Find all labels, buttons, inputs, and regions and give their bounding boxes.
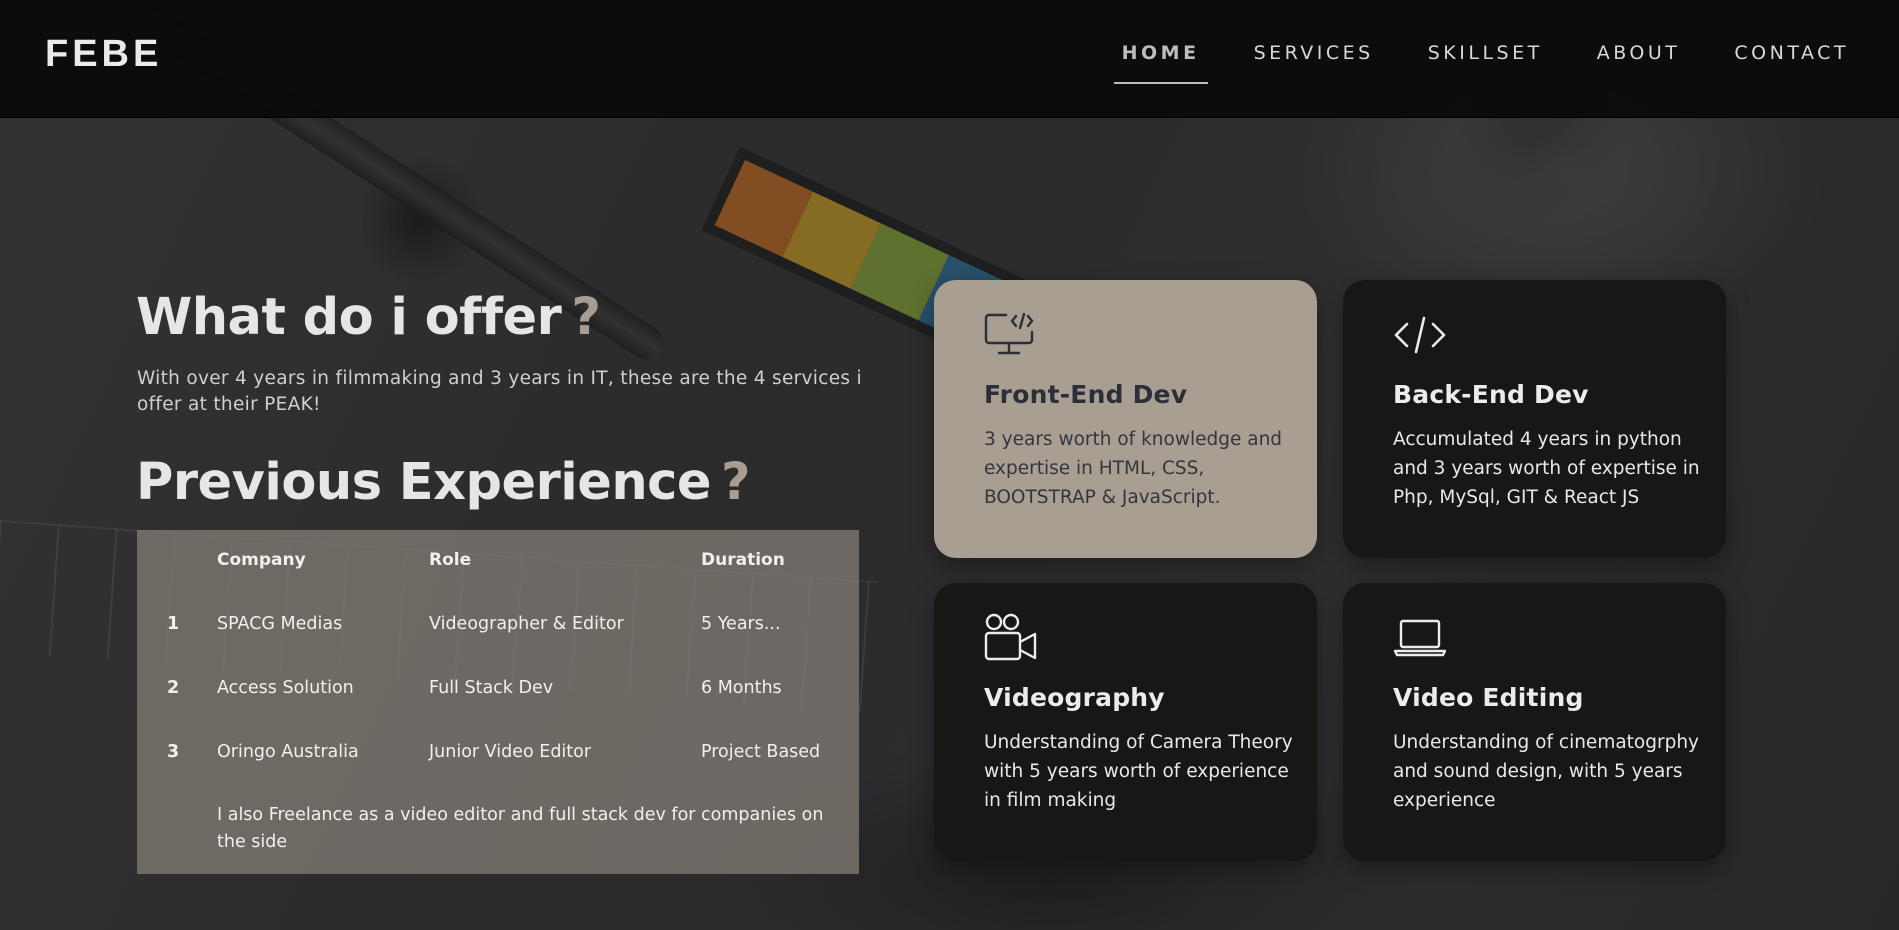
code-tag-icon [1394,316,1446,354]
row-number: 2 [167,678,180,698]
service-description: Understanding of Camera Theory with 5 ye… [984,732,1293,811]
navbar: FEBE HOME SERVICES SKILLSET ABOUT CONTAC… [0,0,1899,118]
service-title: Back-End Dev [1393,380,1589,409]
row-company: SPACG Medias [217,614,343,634]
main-nav: HOME SERVICES SKILLSET ABOUT CONTACT [1068,42,1849,84]
laptop-icon [1393,619,1447,657]
nav-link-home[interactable]: HOME [1113,42,1208,84]
column-header-role: Role [429,550,472,570]
offer-heading-mark: ? [571,288,601,347]
experience-heading-text: Previous Experience [136,453,711,512]
service-title: Videography [984,683,1165,712]
service-description: Understanding of cinematogrphy and sound… [1393,732,1700,811]
column-header-duration: Duration [701,550,785,570]
row-duration: 5 Years... [701,614,781,634]
row-company: Access Solution [217,678,354,698]
monitor-code-icon [984,312,1034,355]
experience-heading: Previous Experience? [136,453,751,512]
row-company: Oringo Australia [217,742,359,762]
row-role: Full Stack Dev [429,678,554,698]
experience-table-panel: Company Role Duration 1 SPACG Medias Vid… [137,530,859,874]
service-description: Accumulated 4 years in python and 3 year… [1393,429,1700,508]
offer-intro: With over 4 years in filmmaking and 3 ye… [137,368,862,415]
row-role: Junior Video Editor [429,742,592,762]
nav-link-about[interactable]: ABOUT [1597,42,1681,64]
row-number: 1 [167,614,180,634]
service-description: 3 years worth of knowledge and expertise… [984,429,1283,508]
experience-heading-mark: ? [720,453,751,512]
service-card-back-end[interactable]: Back-End Dev Accumulated 4 years in pyth… [1343,280,1726,558]
row-duration: Project Based [701,742,821,762]
service-card-videography[interactable]: Videography Understanding of Camera Theo… [934,583,1317,861]
video-camera-icon [984,613,1037,661]
service-card-video-editing[interactable]: Video Editing Understanding of cinematog… [1343,583,1726,861]
nav-link-skillset[interactable]: SKILLSET [1428,42,1543,64]
offer-heading-text: What do i offer [136,288,562,347]
nav-link-contact[interactable]: CONTACT [1734,42,1849,64]
service-title: Video Editing [1393,683,1584,712]
row-role: Videographer & Editor [429,614,624,634]
service-title: Front-End Dev [984,380,1188,409]
row-number: 3 [167,742,180,762]
column-header-company: Company [217,550,306,570]
freelance-note: I also Freelance as a video editor and f… [217,805,824,852]
offer-heading: What do i offer? [136,288,601,347]
nav-link-services[interactable]: SERVICES [1254,42,1374,64]
brand-logo[interactable]: FEBE [45,33,162,76]
service-card-front-end[interactable]: Front-End Dev 3 years worth of knowledge… [934,280,1317,558]
row-duration: 6 Months [701,678,782,698]
